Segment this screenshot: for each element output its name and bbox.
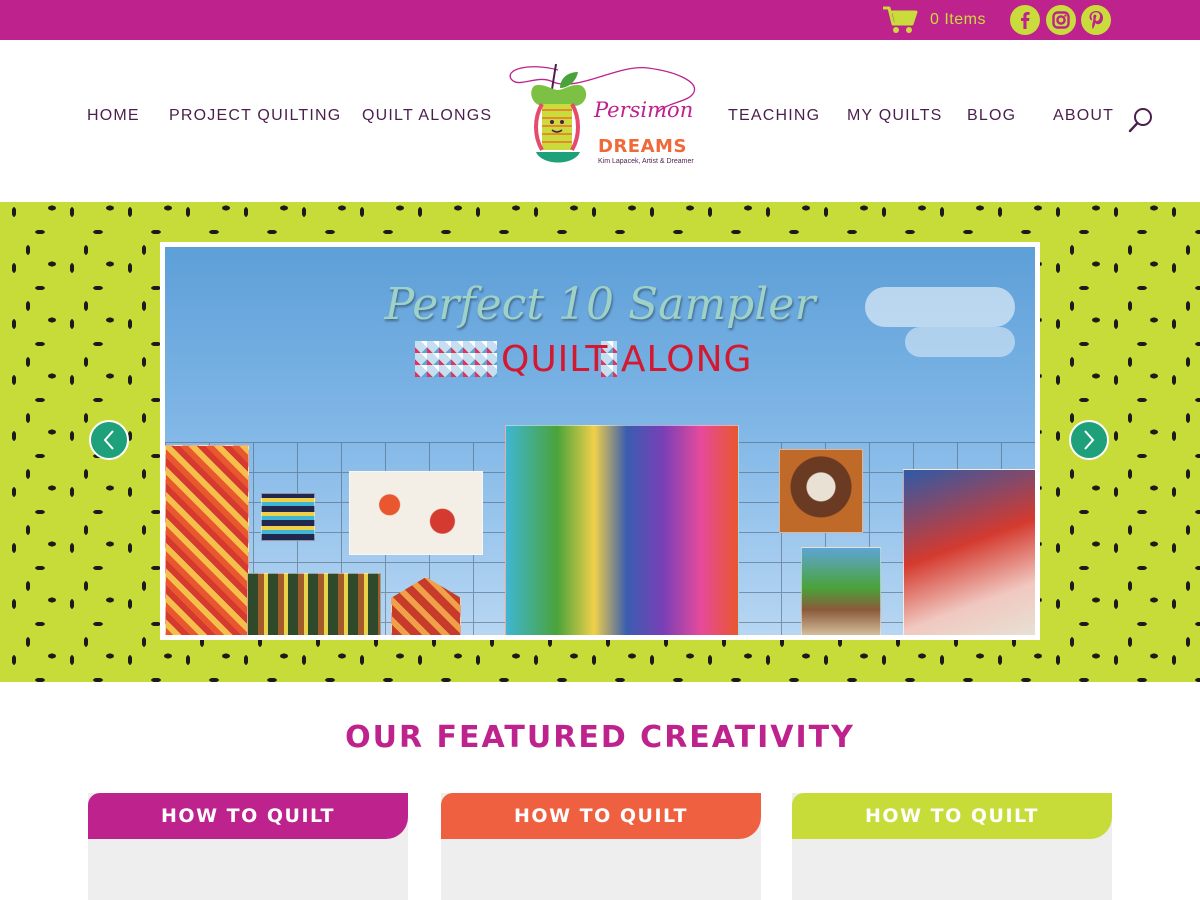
featured-section-title: OUR FEATURED CREATIVITY <box>345 720 855 755</box>
pinterest-icon <box>1089 11 1103 29</box>
instagram-icon <box>1052 11 1070 29</box>
featured-card[interactable]: HOW TO QUILT <box>792 793 1112 900</box>
quilt-image <box>779 449 863 533</box>
quilt-image <box>505 425 739 635</box>
top-bar: 0 Items <box>0 0 1200 40</box>
slider-prev-button[interactable] <box>89 420 129 460</box>
facebook-icon <box>1021 12 1030 29</box>
cart-icon <box>883 6 918 33</box>
nav-teaching[interactable]: TEACHING <box>728 107 820 125</box>
quilt-image <box>247 573 381 635</box>
quilt-image <box>903 469 1035 635</box>
card-header[interactable]: HOW TO QUILT <box>441 793 761 839</box>
logo-tagline: Kim Lapacek, Artist & Dreamer <box>598 158 694 165</box>
cart-link[interactable]: 0 Items <box>882 5 986 35</box>
card-header[interactable]: HOW TO QUILT <box>792 793 1112 839</box>
quilt-image <box>349 471 483 555</box>
card-header[interactable]: HOW TO QUILT <box>88 793 408 839</box>
logo-script-text: Persimon <box>594 98 694 122</box>
quilt-image <box>165 445 249 635</box>
search-icon[interactable] <box>1128 106 1154 134</box>
slide-title-quilt-along: QUILT ALONG <box>501 339 753 380</box>
facebook-link[interactable] <box>1010 5 1040 35</box>
chevron-left-icon <box>103 430 114 450</box>
cart-count: 0 Items <box>930 11 986 28</box>
hero-slide[interactable]: Perfect 10 Sampler QUILT ALONG <box>160 242 1040 640</box>
featured-card[interactable]: HOW TO QUILT <box>88 793 408 900</box>
nav-about[interactable]: ABOUT <box>1053 107 1114 125</box>
nav-my-quilts[interactable]: MY QUILTS <box>847 107 943 125</box>
pinterest-link[interactable] <box>1081 5 1111 35</box>
quilt-block-graphic <box>415 341 497 377</box>
nav-home[interactable]: HOME <box>87 107 140 125</box>
slide-photo: Perfect 10 Sampler QUILT ALONG <box>165 247 1035 635</box>
nav-quilt-alongs[interactable]: QUILT ALONGS <box>362 107 492 125</box>
slide-title-script: Perfect 10 Sampler <box>384 279 816 330</box>
nav-project-quilting[interactable]: PROJECT QUILTING <box>169 107 341 125</box>
instagram-link[interactable] <box>1046 5 1076 35</box>
cloud-shape <box>905 327 1015 357</box>
logo-dreams-text: DREAMS <box>598 136 687 157</box>
chevron-right-icon <box>1084 430 1095 450</box>
slider-next-button[interactable] <box>1069 420 1109 460</box>
site-logo[interactable]: Persimon DREAMS Kim Lapacek, Artist & Dr… <box>498 62 708 174</box>
nav-blog[interactable]: BLOG <box>967 107 1016 125</box>
quilt-image <box>801 547 881 635</box>
featured-card[interactable]: HOW TO QUILT <box>441 793 761 900</box>
quilt-image <box>261 493 315 541</box>
